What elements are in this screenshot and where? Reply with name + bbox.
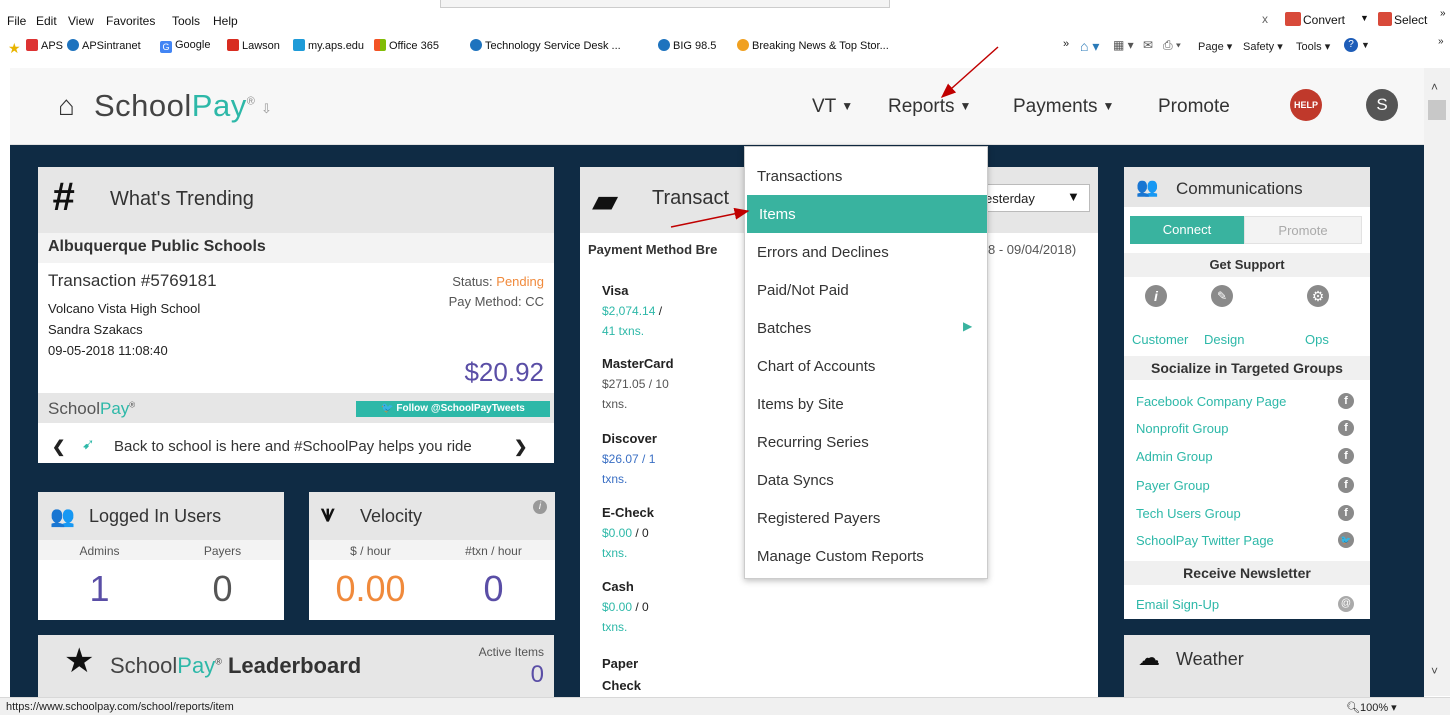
annotation-arrows — [670, 46, 999, 228]
status-url: https://www.schoolpay.com/school/reports… — [6, 701, 234, 713]
scroll-down-icon[interactable]: ˅ — [1431, 664, 1438, 678]
zoom-icon: 🔍︎ — [1346, 702, 1360, 714]
scroll-up-icon[interactable]: ˄ — [1431, 80, 1438, 94]
scroll-thumb[interactable] — [1428, 100, 1446, 120]
browser-status-bar: https://www.schoolpay.com/school/reports… — [0, 697, 1450, 715]
zoom-control[interactable]: 🔍︎100% ▾ — [1346, 701, 1397, 714]
page-scrollbar[interactable]: ˄ ˅ — [1424, 68, 1450, 696]
arrow-to-items — [670, 207, 750, 228]
arrow-to-reports — [940, 46, 999, 98]
